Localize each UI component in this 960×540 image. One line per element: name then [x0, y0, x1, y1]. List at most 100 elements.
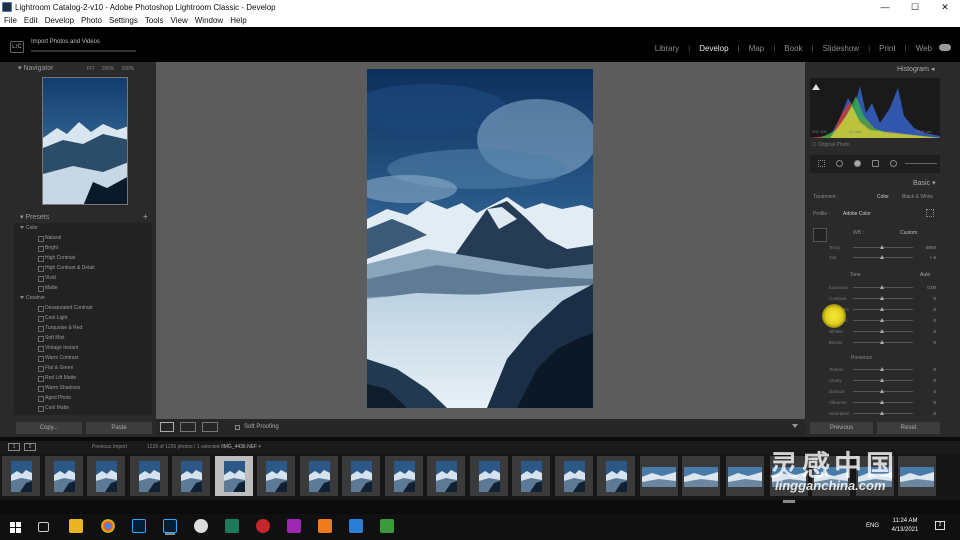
spot-removal-icon[interactable] [836, 160, 843, 167]
menu-window[interactable]: Window [195, 16, 223, 25]
filmstrip-thumbnail[interactable] [554, 456, 593, 496]
preset-item[interactable]: Soft Mist [14, 333, 152, 343]
filmstrip-thumbnail[interactable] [214, 456, 253, 496]
menu-view[interactable]: View [171, 16, 188, 25]
task-view-icon[interactable] [38, 522, 49, 532]
before-after-icon[interactable] [180, 422, 196, 432]
filmstrip-thumbnail[interactable] [512, 456, 550, 496]
slider-value[interactable]: 0 [922, 378, 936, 383]
preset-item[interactable]: High Contrast & Detail [14, 263, 152, 273]
filmstrip-thumbnail[interactable] [898, 456, 936, 496]
notification-icon[interactable]: 2 [935, 521, 945, 530]
close-button[interactable]: ✕ [930, 2, 960, 13]
filmstrip-scrollbar[interactable] [783, 500, 795, 503]
loupe-view-icon[interactable] [160, 422, 174, 432]
app-icon[interactable] [318, 519, 332, 533]
module-book[interactable]: Book [775, 44, 802, 53]
profile-browser-icon[interactable] [926, 209, 934, 217]
app-icon[interactable] [287, 519, 301, 533]
slider-knob[interactable] [880, 255, 884, 259]
filmstrip-thumbnail[interactable] [427, 456, 465, 496]
photoshop-icon[interactable] [132, 519, 146, 533]
taskbar-clock[interactable]: 11:24 AM 4/13/2021 [887, 517, 923, 535]
filmstrip-thumbnail[interactable] [726, 456, 764, 496]
module-print[interactable]: Print [870, 44, 895, 53]
slider-value[interactable]: 5900 [922, 245, 936, 250]
before-after-options-icon[interactable] [202, 422, 218, 432]
filmstrip-thumbnail[interactable] [640, 456, 678, 496]
module-slideshow[interactable]: Slideshow [814, 44, 859, 53]
filmstrip-source[interactable]: Previous Import [92, 444, 127, 450]
toolbar-menu-chevron-icon[interactable] [792, 424, 798, 428]
filmstrip-thumbnail[interactable] [172, 456, 210, 496]
filmstrip-thumbnail[interactable] [299, 456, 338, 496]
menu-tools[interactable]: Tools [145, 16, 164, 25]
main-photo[interactable] [367, 69, 593, 408]
red-eye-icon[interactable] [854, 160, 861, 167]
filmstrip-thumbnail[interactable] [87, 456, 125, 496]
original-photo-checkbox[interactable]: ☐ Original Photo [812, 142, 850, 148]
preset-item[interactable]: Cool Matte [14, 403, 152, 413]
slider-knob[interactable] [880, 378, 884, 382]
slider-knob[interactable] [880, 296, 884, 300]
presets-header[interactable]: ▾ Presets [20, 213, 49, 221]
main-window-button[interactable]: 1 [8, 443, 20, 451]
lightroom-taskbar-icon[interactable] [163, 519, 177, 533]
module-library[interactable]: Library [646, 44, 679, 53]
module-develop[interactable]: Develop [690, 44, 728, 53]
language-indicator[interactable]: ENG [866, 523, 879, 529]
cloud-icon[interactable] [939, 44, 951, 51]
menu-edit[interactable]: Edit [24, 16, 38, 25]
preset-item[interactable]: High Contrast [14, 253, 152, 263]
auto-tone-button[interactable]: Auto [920, 272, 930, 278]
preset-item[interactable]: Desaturated Contrast [14, 303, 152, 313]
previous-button[interactable]: Previous [810, 422, 873, 434]
filmstrip-thumbnail[interactable] [2, 456, 40, 496]
slider-knob[interactable] [880, 245, 884, 249]
app-icon[interactable] [225, 519, 239, 533]
minimize-button[interactable]: — [870, 2, 900, 13]
slider-value[interactable]: 0 [922, 307, 936, 312]
slider-knob[interactable] [880, 307, 884, 311]
preset-group-color[interactable]: Color [14, 223, 152, 233]
zoom-300[interactable]: 300% [121, 66, 134, 72]
copy-settings-button[interactable]: Copy... [16, 422, 82, 434]
module-web[interactable]: Web [907, 44, 932, 53]
filmstrip-thumbnail[interactable] [384, 456, 423, 496]
slider-knob[interactable] [880, 367, 884, 371]
windows-start-icon[interactable] [10, 522, 21, 533]
slider-knob[interactable] [880, 411, 884, 415]
preset-item[interactable]: Cool Light [14, 313, 152, 323]
menu-help[interactable]: Help [230, 16, 246, 25]
tool-strip-slider[interactable] [905, 163, 937, 164]
app-icon[interactable] [380, 519, 394, 533]
zoom-100[interactable]: 100% [102, 66, 115, 72]
menu-develop[interactable]: Develop [45, 16, 74, 25]
navigator-header[interactable]: ▾ Navigator [18, 64, 53, 72]
preset-item[interactable]: Matte [14, 283, 152, 293]
navigator-preview[interactable] [42, 77, 128, 205]
secondary-window-button[interactable]: 2 [24, 443, 36, 451]
filmstrip-thumbnail[interactable] [129, 456, 168, 496]
paste-settings-button[interactable]: Paste [86, 422, 152, 434]
slider-knob[interactable] [880, 400, 884, 404]
chrome-icon[interactable] [101, 519, 115, 533]
slider-value[interactable]: 0.00 [922, 285, 936, 290]
module-map[interactable]: Map [740, 44, 765, 53]
slider-value[interactable]: 0 [922, 400, 936, 405]
maximize-button[interactable]: ☐ [900, 2, 930, 13]
app-icon[interactable] [194, 519, 208, 533]
profile-dropdown[interactable]: Adobe Color [843, 211, 871, 217]
histogram-header[interactable]: Histogram ◂ [897, 65, 934, 73]
preset-item[interactable]: Warm Shadows [14, 383, 152, 393]
slider-value[interactable]: 0 [922, 411, 936, 416]
menu-photo[interactable]: Photo [81, 16, 102, 25]
slider-value[interactable]: 0 [922, 329, 936, 334]
filmstrip-thumbnail[interactable] [44, 456, 83, 496]
photos-icon[interactable] [349, 519, 363, 533]
preset-item[interactable]: Bright [14, 243, 152, 253]
slider-knob[interactable] [880, 329, 884, 333]
slider-value[interactable]: 0 [922, 340, 936, 345]
slider-knob[interactable] [880, 285, 884, 289]
filmstrip-thumbnail[interactable] [257, 456, 295, 496]
